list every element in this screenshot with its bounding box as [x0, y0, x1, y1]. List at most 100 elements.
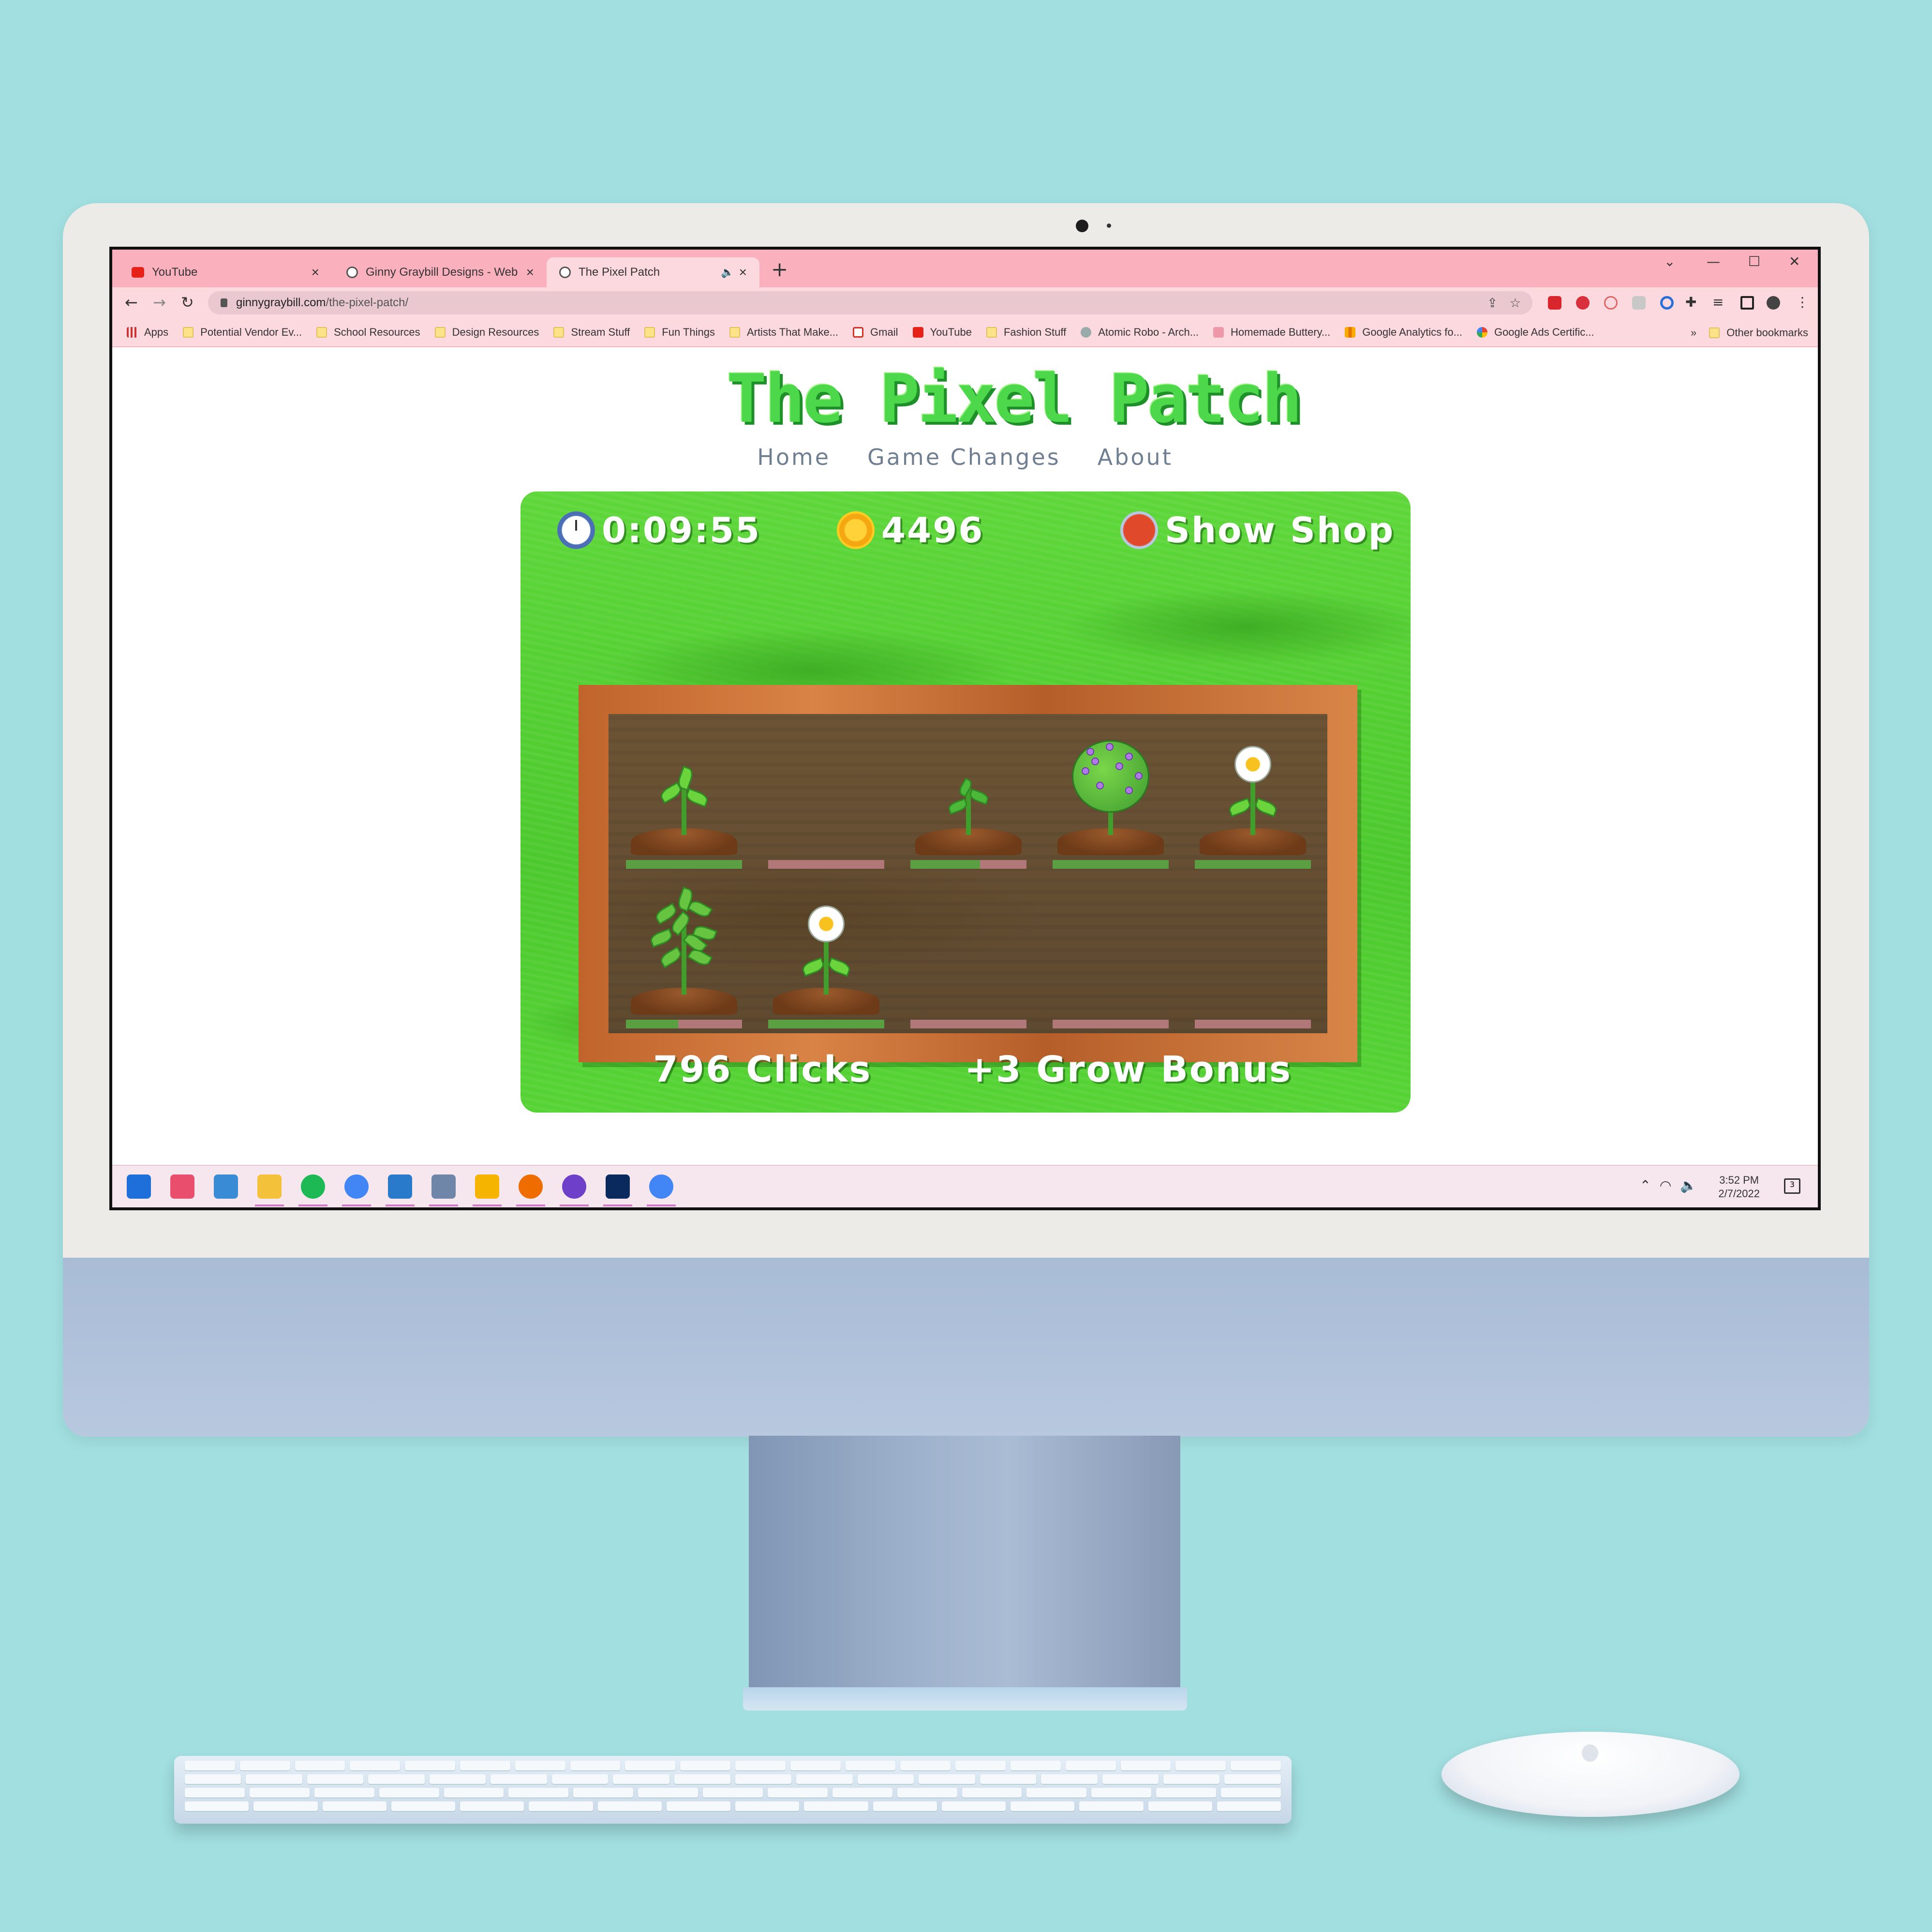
new-tab-button[interactable]: + [771, 257, 788, 281]
avatar[interactable] [1767, 296, 1780, 310]
bookmark-label: Design Resources [452, 326, 539, 338]
app-icon[interactable] [475, 1174, 499, 1199]
xampp-icon[interactable] [519, 1174, 543, 1199]
garden-plot-2[interactable] [768, 728, 884, 874]
reading-list-icon[interactable]: ≡ [1712, 294, 1724, 310]
bookmark-label: School Resources [334, 326, 420, 338]
tab-youtube[interactable]: YouTube × [119, 257, 332, 287]
spotify-icon[interactable] [301, 1174, 325, 1199]
bookmarks-overflow: » Other bookmarks [1691, 318, 1808, 347]
garden-plot-3[interactable] [910, 728, 1026, 874]
photos-icon[interactable] [214, 1174, 238, 1199]
bookmark-gmail[interactable]: Gmail [853, 326, 898, 339]
coin-counter: 4496 [837, 510, 984, 550]
bookmark-item[interactable]: Fashion Stuff [986, 326, 1066, 339]
garden-plot-10[interactable] [1195, 888, 1311, 1033]
bird-icon [1213, 327, 1224, 338]
bookmark-item[interactable]: Stream Stuff [553, 326, 630, 339]
running-indicator [386, 1204, 415, 1206]
close-window-button[interactable]: ✕ [1789, 253, 1800, 269]
bookmark-star-icon[interactable]: ☆ [1510, 296, 1521, 311]
minimize-button[interactable]: — [1707, 253, 1720, 269]
url-text: ginnygraybill.com/the-pixel-patch/ [236, 296, 408, 310]
volume-icon[interactable]: 🔈 [1680, 1177, 1697, 1193]
growth-bar [1053, 860, 1169, 869]
bookmark-label: Stream Stuff [571, 326, 630, 338]
notifications-icon[interactable]: 3 [1784, 1178, 1800, 1194]
show-shop-button[interactable]: Show Shop [1120, 510, 1395, 550]
garden-plot-6[interactable] [626, 886, 742, 1033]
running-indicator [603, 1204, 632, 1206]
wifi-icon[interactable]: ◠ [1660, 1177, 1671, 1193]
clock-date: 2/7/2022 [1718, 1188, 1760, 1200]
close-icon[interactable]: × [526, 265, 534, 280]
puzzle-extensions-icon[interactable]: ✚ [1685, 294, 1696, 310]
garden-plot-8[interactable] [910, 888, 1026, 1033]
vscode-icon[interactable] [388, 1174, 412, 1199]
web-page: The Pixel Patch Home Game Changes About … [112, 347, 1818, 1165]
bookmark-item[interactable]: School Resources [316, 326, 420, 339]
bookmark-item[interactable]: Google Analytics fo... [1345, 326, 1462, 339]
game-canvas[interactable]: 0:09:55 4496 Show Shop 796 Clicks +3 Gro… [520, 491, 1411, 1113]
site-logo[interactable]: The Pixel Patch [727, 360, 1302, 438]
speaker-icon[interactable]: 🔈 [721, 266, 734, 279]
github-icon[interactable] [562, 1174, 586, 1199]
running-indicator [298, 1204, 327, 1206]
extension-k-icon[interactable] [1632, 296, 1646, 310]
nav-about[interactable]: About [1098, 444, 1173, 470]
garden-plot-1[interactable] [626, 728, 742, 874]
address-bar[interactable]: ginnygraybill.com/the-pixel-patch/ ⇪ ☆ [208, 291, 1532, 314]
chrome-icon[interactable] [344, 1174, 369, 1199]
bookmark-item[interactable]: Artists That Make... [729, 326, 838, 339]
garden-plot-9[interactable] [1053, 888, 1169, 1033]
bookmark-label: Google Ads Certific... [1494, 326, 1594, 338]
bookmark-item[interactable]: Potential Vendor Ev... [183, 326, 302, 339]
tab-pixel-patch[interactable]: The Pixel Patch 🔈 × [547, 257, 759, 287]
windows-start-icon[interactable] [127, 1174, 151, 1199]
bookmark-item[interactable]: Fun Things [644, 326, 715, 339]
growth-bar [1195, 1020, 1311, 1028]
bookmark-apps[interactable]: Apps [127, 326, 168, 339]
growth-bar [626, 1020, 742, 1028]
bookmark-item[interactable]: Atomic Robo - Arch... [1081, 326, 1199, 339]
menu-icon[interactable]: ⋮ [1796, 294, 1809, 310]
photoshop-icon[interactable] [606, 1174, 630, 1199]
bookmark-other[interactable]: Other bookmarks [1709, 327, 1808, 339]
bookmark-youtube[interactable]: YouTube [912, 326, 972, 339]
chrome-profile-icon[interactable] [649, 1174, 673, 1199]
adblock-icon[interactable] [1576, 296, 1590, 310]
back-icon[interactable]: ← [125, 293, 138, 312]
extension-icon[interactable] [1604, 296, 1618, 310]
imac-chin [63, 1258, 1869, 1437]
running-indicator [560, 1204, 589, 1206]
tab-search-icon[interactable]: ⌄ [1664, 253, 1675, 269]
chevron-right-icon[interactable]: » [1691, 327, 1696, 339]
nav-game-changes[interactable]: Game Changes [867, 444, 1061, 470]
forward-icon[interactable]: → [153, 293, 166, 312]
extension-circle-icon[interactable] [1660, 296, 1674, 310]
extension-lastpass-icon[interactable] [1548, 296, 1561, 310]
screen: YouTube × Ginny Graybill Designs - Web a… [109, 247, 1821, 1210]
close-icon[interactable]: × [312, 265, 319, 280]
clock[interactable]: 3:52 PM 2/7/2022 [1718, 1174, 1760, 1201]
bookmark-item[interactable]: Homemade Buttery... [1213, 326, 1330, 339]
calculator-icon[interactable] [431, 1174, 456, 1199]
file-explorer-icon[interactable] [257, 1174, 282, 1199]
running-indicator [429, 1204, 458, 1206]
share-icon[interactable]: ⇪ [1487, 296, 1498, 311]
side-panel-icon[interactable] [1740, 296, 1754, 310]
chevron-up-icon[interactable]: ⌃ [1640, 1177, 1651, 1193]
nav-home[interactable]: Home [757, 444, 831, 470]
snip-icon[interactable] [170, 1174, 194, 1199]
maximize-button[interactable]: ☐ [1748, 253, 1760, 269]
bookmark-item[interactable]: Design Resources [434, 326, 539, 339]
bookmark-item[interactable]: Google Ads Certific... [1476, 326, 1594, 339]
growth-bar-fill [1195, 860, 1311, 869]
garden-plot-5[interactable] [1195, 728, 1311, 874]
reload-icon[interactable]: ↻ [181, 293, 194, 312]
folder-icon [553, 327, 565, 338]
garden-plot-7[interactable] [768, 888, 884, 1033]
tab-ginny-graybill[interactable]: Ginny Graybill Designs - Web and × [334, 257, 547, 287]
close-icon[interactable]: × [739, 265, 747, 280]
garden-plot-4[interactable] [1053, 728, 1169, 874]
